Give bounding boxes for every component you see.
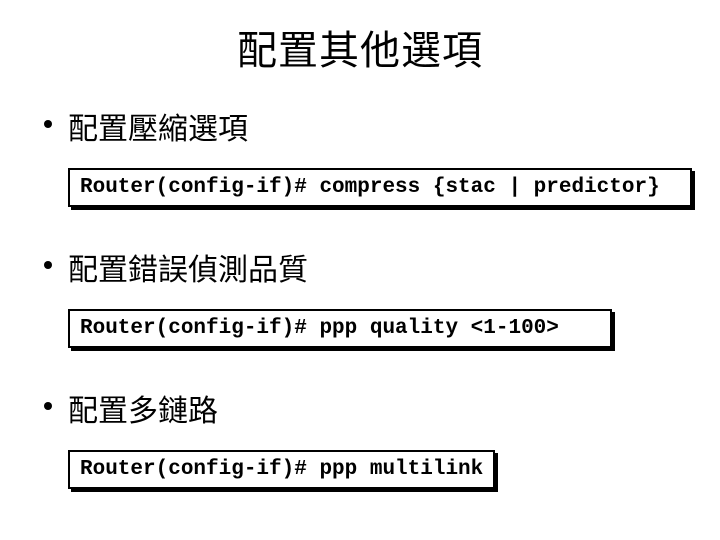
bullet-dot-icon <box>44 402 52 410</box>
code-text: Router(config-if)# compress {stac | pred… <box>80 176 660 199</box>
bullet-dot-icon <box>44 261 52 269</box>
bullet-item: 配置多鏈路 <box>40 386 680 430</box>
bullet-text: 配置多鏈路 <box>68 386 218 430</box>
code-box: Router(config-if)# compress {stac | pred… <box>68 168 692 207</box>
bullet-text: 配置錯誤偵測品質 <box>68 245 308 289</box>
code-box: Router(config-if)# ppp quality <1-100> <box>68 309 612 348</box>
bullet-text: 配置壓縮選項 <box>68 104 248 148</box>
slide-title: 配置其他選項 <box>40 18 680 76</box>
bullet-item: 配置錯誤偵測品質 <box>40 245 680 289</box>
code-text: Router(config-if)# ppp quality <1-100> <box>80 317 559 340</box>
bullet-item: 配置壓縮選項 <box>40 104 680 148</box>
code-text: Router(config-if)# ppp multilink <box>80 458 483 481</box>
bullet-dot-icon <box>44 120 52 128</box>
slide: 配置其他選項 配置壓縮選項 Router(config-if)# compres… <box>0 0 720 540</box>
code-box: Router(config-if)# ppp multilink <box>68 450 495 489</box>
